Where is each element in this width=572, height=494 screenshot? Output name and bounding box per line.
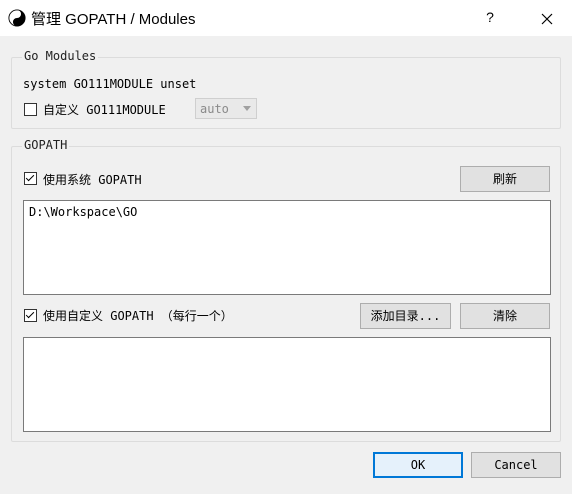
- use-custom-gopath-checkbox[interactable]: [24, 309, 37, 322]
- title-bar: 管理 GOPATH / Modules ?: [0, 0, 572, 36]
- add-directory-button[interactable]: 添加目录...: [360, 303, 451, 329]
- close-icon: [541, 13, 553, 24]
- go-modules-group-title: Go Modules: [22, 49, 99, 63]
- use-system-gopath-label[interactable]: 使用系统 GOPATH: [43, 171, 142, 188]
- help-button[interactable]: ?: [478, 5, 502, 29]
- use-system-gopath-checkbox[interactable]: [24, 172, 37, 185]
- refresh-button[interactable]: 刷新: [460, 166, 550, 192]
- go111module-mode-value: auto: [200, 102, 229, 116]
- chevron-down-icon: [243, 106, 251, 111]
- custom-gopath-textarea[interactable]: [23, 337, 551, 432]
- clear-button[interactable]: 清除: [460, 303, 550, 329]
- app-yin-yang-icon: [8, 9, 26, 27]
- go-modules-group: Go Modules: [11, 49, 561, 129]
- go111module-status: system GO111MODULE unset: [23, 77, 197, 91]
- close-button[interactable]: [534, 5, 560, 31]
- go111module-mode-select: auto: [195, 98, 257, 119]
- gopath-group-title: GOPATH: [22, 138, 70, 152]
- cancel-button[interactable]: Cancel: [471, 452, 561, 478]
- system-gopath-textarea[interactable]: D:\Workspace\GO: [23, 200, 551, 295]
- window-title: 管理 GOPATH / Modules: [31, 11, 196, 28]
- ok-button[interactable]: OK: [373, 452, 463, 478]
- custom-go111module-label[interactable]: 自定义 GO111MODULE: [43, 101, 166, 118]
- custom-go111module-checkbox[interactable]: [24, 103, 37, 116]
- use-custom-gopath-label[interactable]: 使用自定义 GOPATH （每行一个）: [43, 307, 233, 324]
